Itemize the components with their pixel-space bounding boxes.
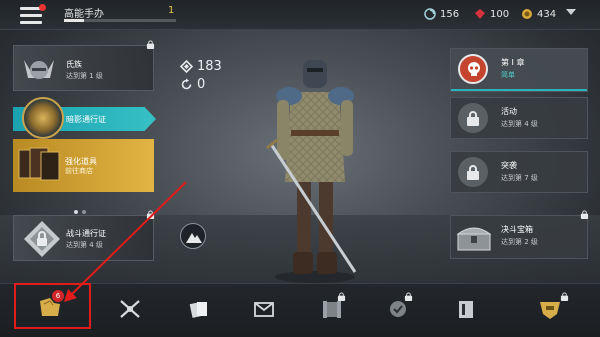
game-main-screen: 高能手办 1 156 100 434 氏族 达到第 1 级 暗影通行证 强化道具… [0,0,600,337]
annotation-arrow [64,181,187,302]
